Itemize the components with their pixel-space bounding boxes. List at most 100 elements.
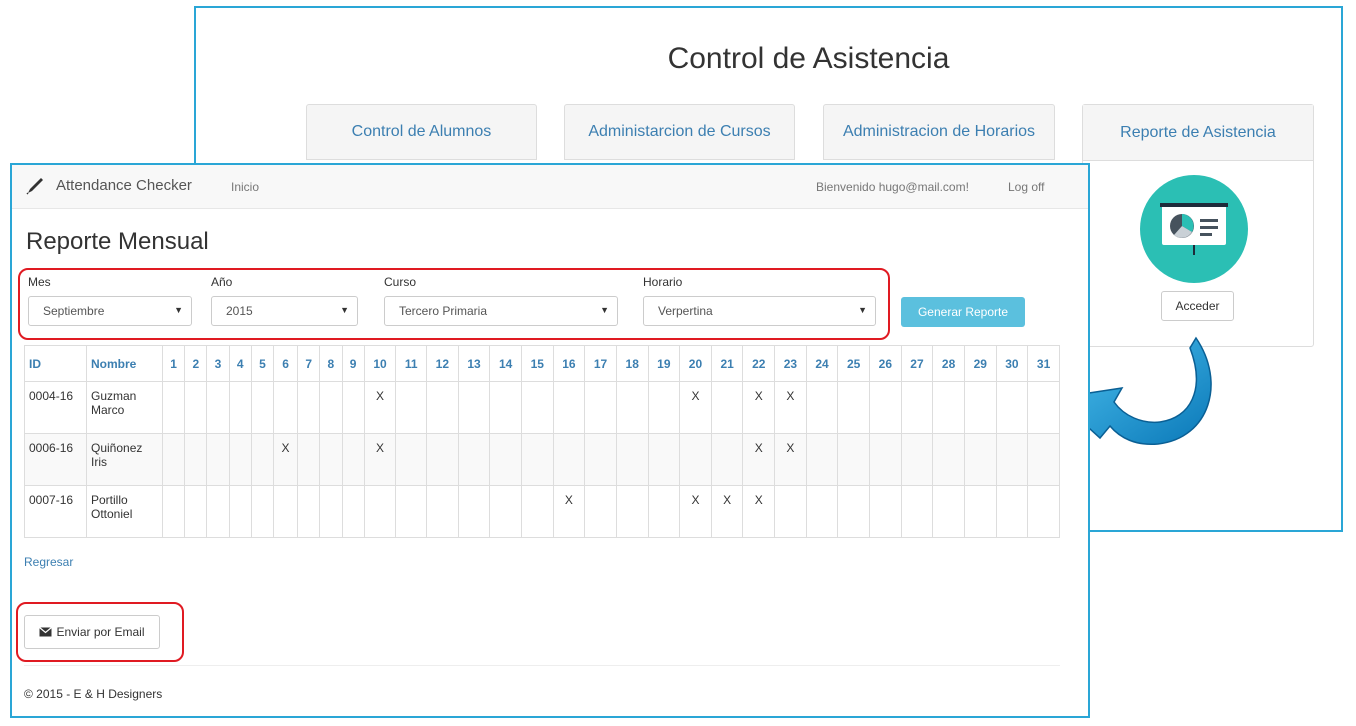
card-control-alumnos[interactable]: Control de Alumnos bbox=[306, 104, 537, 160]
welcome-link[interactable]: Bienvenido hugo@mail.com! bbox=[816, 180, 969, 194]
cell-day bbox=[161, 381, 186, 434]
cell-day: X bbox=[774, 381, 807, 434]
attendance-table: ID Nombre 1 2 3 4 5 6 7 8 9 10 11 12 13 14 15 16 17 18 19 20 2… bbox=[24, 345, 1060, 538]
column-header-day: 20 bbox=[679, 345, 712, 382]
cell-day bbox=[584, 381, 617, 434]
cell-day bbox=[395, 433, 428, 486]
column-header-day: 28 bbox=[932, 345, 965, 382]
cell-day bbox=[995, 433, 1029, 486]
page-title: Reporte Mensual bbox=[26, 228, 209, 255]
cell-day bbox=[552, 381, 586, 434]
cell-day bbox=[520, 485, 554, 538]
cell-day bbox=[995, 381, 1029, 434]
cell-day bbox=[395, 381, 428, 434]
column-header-day: 7 bbox=[297, 345, 321, 382]
cell-day: X bbox=[273, 433, 299, 486]
envelope-icon bbox=[39, 627, 53, 637]
cell-day bbox=[837, 433, 870, 486]
cell-day: X bbox=[742, 485, 776, 538]
cell-day bbox=[489, 485, 522, 538]
cell-day bbox=[932, 433, 965, 486]
cell-day bbox=[552, 433, 586, 486]
column-header-nombre: Nombre bbox=[86, 345, 163, 382]
cell-day bbox=[184, 485, 208, 538]
curso-select-value: Tercero Primaria bbox=[399, 304, 488, 318]
cell-day bbox=[805, 381, 839, 434]
cell-day bbox=[250, 433, 275, 486]
cell-day bbox=[584, 485, 617, 538]
cell-day bbox=[297, 433, 321, 486]
curso-select[interactable]: Tercero Primaria ▼ bbox=[384, 296, 618, 326]
cell-id: 0007-16 bbox=[24, 485, 87, 538]
cell-day bbox=[869, 381, 902, 434]
column-header-day: 19 bbox=[647, 345, 681, 382]
card-reporte-asistencia: Reporte de Asistencia Acceder bbox=[1082, 104, 1314, 347]
card-administracion-cursos[interactable]: Administarcion de Cursos bbox=[564, 104, 795, 160]
cell-day bbox=[900, 485, 934, 538]
cell-day bbox=[341, 381, 365, 434]
cell-day bbox=[250, 485, 275, 538]
cell-nombre: Quiñonez Iris bbox=[86, 433, 163, 486]
cell-day bbox=[963, 485, 997, 538]
cell-day bbox=[805, 433, 839, 486]
column-header-day: 22 bbox=[742, 345, 776, 382]
app-title: Control de Asistencia bbox=[667, 42, 950, 75]
cell-day bbox=[900, 433, 934, 486]
cell-day bbox=[869, 433, 902, 486]
anio-label: Año bbox=[211, 275, 233, 289]
column-header-day: 23 bbox=[774, 345, 807, 382]
cell-day bbox=[647, 381, 681, 434]
regresar-link[interactable]: Regresar bbox=[24, 555, 73, 569]
cell-day bbox=[319, 433, 343, 486]
card-administracion-horarios[interactable]: Administracion de Horarios bbox=[823, 104, 1055, 160]
mes-select[interactable]: Septiembre ▼ bbox=[28, 296, 192, 326]
cell-day: X bbox=[742, 433, 776, 486]
cell-day bbox=[228, 485, 252, 538]
column-header-day: 25 bbox=[837, 345, 870, 382]
cell-day bbox=[273, 485, 299, 538]
pen-icon bbox=[26, 178, 43, 195]
column-header-day: 4 bbox=[228, 345, 252, 382]
cell-day bbox=[184, 433, 208, 486]
chevron-down-icon: ▼ bbox=[600, 305, 609, 315]
cell-day bbox=[615, 381, 649, 434]
report-card-title[interactable]: Reporte de Asistencia bbox=[1083, 105, 1313, 161]
nav-inicio[interactable]: Inicio bbox=[231, 180, 259, 194]
column-header-day: 6 bbox=[273, 345, 299, 382]
brand-link[interactable]: Attendance Checker bbox=[56, 177, 192, 194]
cell-day bbox=[837, 485, 870, 538]
cell-day bbox=[837, 381, 870, 434]
divider bbox=[24, 665, 1060, 666]
cell-day bbox=[297, 485, 321, 538]
acceder-button[interactable]: Acceder bbox=[1161, 291, 1234, 321]
cell-day bbox=[963, 381, 997, 434]
column-header-day: 3 bbox=[206, 345, 230, 382]
generate-report-button[interactable]: Generar Reporte bbox=[901, 297, 1025, 327]
curso-label: Curso bbox=[384, 275, 417, 289]
column-header-day: 5 bbox=[250, 345, 275, 382]
cell-day bbox=[679, 433, 712, 486]
column-header-day: 8 bbox=[319, 345, 343, 382]
cell-day bbox=[184, 381, 208, 434]
column-header-day: 9 bbox=[341, 345, 365, 382]
cell-day bbox=[615, 485, 649, 538]
cell-day bbox=[1027, 381, 1060, 434]
cell-day bbox=[426, 433, 459, 486]
cell-day: X bbox=[363, 381, 397, 434]
cell-day bbox=[900, 381, 934, 434]
column-header-day: 12 bbox=[426, 345, 459, 382]
horario-select[interactable]: Verpertina ▼ bbox=[643, 296, 876, 326]
anio-select[interactable]: 2015 ▼ bbox=[211, 296, 358, 326]
cell-day bbox=[363, 485, 397, 538]
table-header-row: ID Nombre 1 2 3 4 5 6 7 8 9 10 11 12 13 14 15 16 17 18 19 20 2… bbox=[24, 345, 1060, 382]
table-row: 0007-16 Portillo Ottoniel X X X X bbox=[24, 485, 1060, 538]
cell-day bbox=[395, 485, 428, 538]
column-header-day: 10 bbox=[363, 345, 397, 382]
cell-day bbox=[228, 433, 252, 486]
footer-text: © 2015 - E & H Designers bbox=[24, 687, 163, 701]
logoff-link[interactable]: Log off bbox=[1008, 180, 1044, 194]
cell-day bbox=[341, 433, 365, 486]
cell-day bbox=[584, 433, 617, 486]
send-email-button[interactable]: Enviar por Email bbox=[24, 615, 160, 649]
chevron-down-icon: ▼ bbox=[858, 305, 867, 315]
